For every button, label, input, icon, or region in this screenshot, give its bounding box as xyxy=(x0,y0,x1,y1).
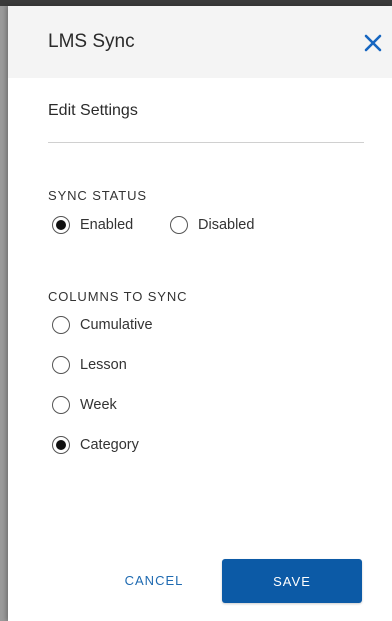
radio-checked-icon xyxy=(52,216,70,234)
lms-sync-panel: LMS Sync Edit Settings SYNC STATUS Enabl… xyxy=(8,6,392,621)
radio-checked-icon xyxy=(52,436,70,454)
panel-header: LMS Sync xyxy=(8,6,392,78)
close-icon xyxy=(364,34,382,52)
radio-sync-enabled[interactable]: Enabled xyxy=(52,214,133,236)
radio-unchecked-icon xyxy=(170,216,188,234)
radio-label: Week xyxy=(80,397,117,413)
radio-unchecked-icon xyxy=(52,316,70,334)
radio-label: Lesson xyxy=(80,357,127,373)
cancel-button[interactable]: CANCEL xyxy=(116,559,192,601)
radio-column-cumulative[interactable]: Cumulative xyxy=(52,314,153,336)
radio-unchecked-icon xyxy=(52,396,70,414)
save-button[interactable]: SAVE xyxy=(222,559,362,603)
edit-settings-heading: Edit Settings xyxy=(48,102,138,119)
radio-label: Enabled xyxy=(80,217,134,233)
panel-title: LMS Sync xyxy=(48,31,135,52)
radio-column-category[interactable]: Category xyxy=(52,434,139,456)
radio-column-lesson[interactable]: Lesson xyxy=(52,354,127,376)
columns-to-sync-label: COLUMNS TO SYNC xyxy=(48,289,188,304)
radio-column-week[interactable]: Week xyxy=(52,394,117,416)
sync-status-label: SYNC STATUS xyxy=(48,188,147,203)
radio-label: Category xyxy=(80,437,139,453)
divider xyxy=(48,142,364,143)
radio-sync-disabled[interactable]: Disabled xyxy=(170,214,254,236)
radio-label: Disabled xyxy=(198,217,255,233)
close-button[interactable] xyxy=(362,32,384,54)
radio-unchecked-icon xyxy=(52,356,70,374)
radio-label: Cumulative xyxy=(80,317,153,333)
